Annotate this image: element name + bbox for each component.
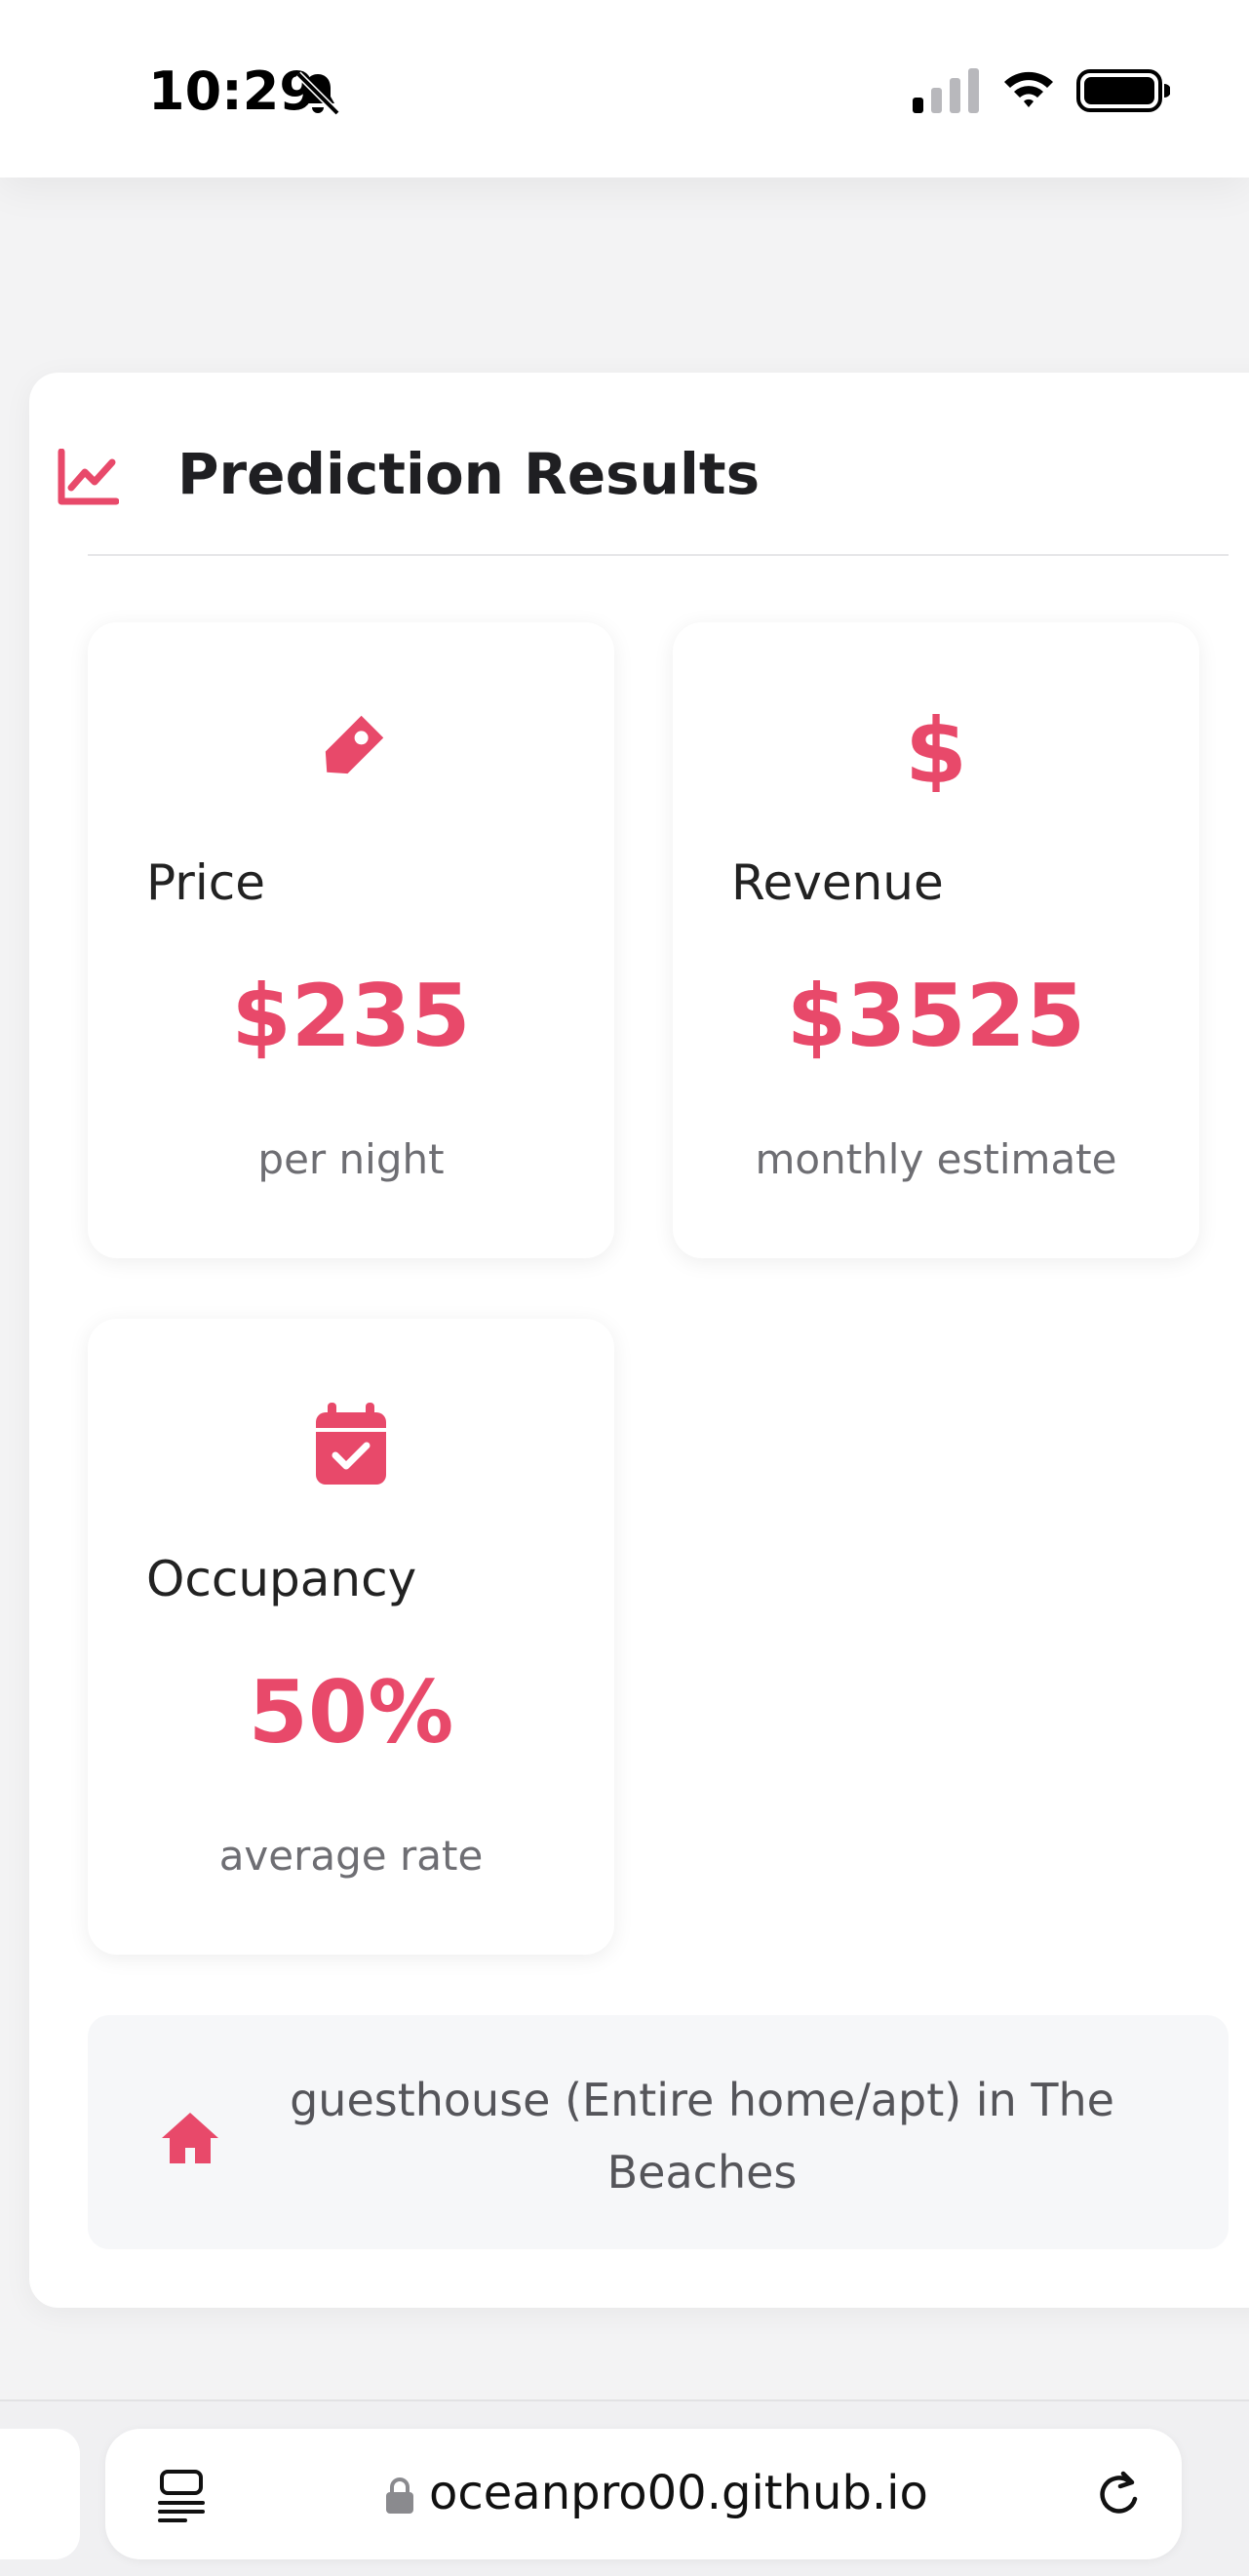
location-text: guesthouse (Entire home/apt) in The Beac… <box>290 2074 1114 2199</box>
tag-icon <box>325 715 384 774</box>
metric-card-price: Price $235 per night <box>88 622 614 1258</box>
home-icon <box>162 2113 218 2163</box>
dollar-icon: $ <box>905 704 967 792</box>
page-title: Prediction Results <box>177 441 761 507</box>
metric-card-revenue: $ Revenue $3525 monthly estimate <box>673 622 1199 1258</box>
url-text[interactable]: oceanpro00.github.io <box>429 2466 928 2520</box>
prediction-results-card: Prediction Results Price $235 per night … <box>29 373 1249 2308</box>
metric-value: $235 <box>231 966 471 1066</box>
status-bar: 10:29 <box>0 0 1249 178</box>
metric-card-occupancy: Occupancy 50% average rate <box>88 1319 614 1955</box>
signal-icon <box>913 68 979 113</box>
listing-location: guesthouse (Entire home/apt) in The Beac… <box>88 2015 1229 2249</box>
status-time: 10:29 <box>148 60 316 122</box>
bell-slash-icon <box>295 71 340 116</box>
metric-label: Price <box>146 854 265 911</box>
lock-icon <box>386 2477 413 2514</box>
browser-toolbar: oceanpro00.github.io <box>0 2399 1249 2576</box>
chart-line-icon <box>58 449 119 505</box>
reload-icon[interactable] <box>1094 2470 1145 2522</box>
wifi-icon <box>1004 71 1053 107</box>
metric-label: Revenue <box>731 854 944 911</box>
battery-icon <box>1076 69 1170 112</box>
metric-value: 50% <box>248 1662 454 1763</box>
svg-text:$: $ <box>905 704 967 792</box>
tabs-icon[interactable] <box>156 2468 207 2522</box>
address-bar[interactable]: oceanpro00.github.io <box>105 2429 1182 2559</box>
metric-subtitle: per night <box>257 1135 445 1183</box>
calendar-check-icon <box>316 1403 386 1485</box>
metric-subtitle: average rate <box>218 1832 484 1880</box>
metric-label: Occupancy <box>146 1551 417 1607</box>
previous-tab-edge[interactable] <box>0 2429 80 2559</box>
metric-subtitle: monthly estimate <box>755 1135 1117 1183</box>
metric-value: $3525 <box>786 966 1086 1066</box>
